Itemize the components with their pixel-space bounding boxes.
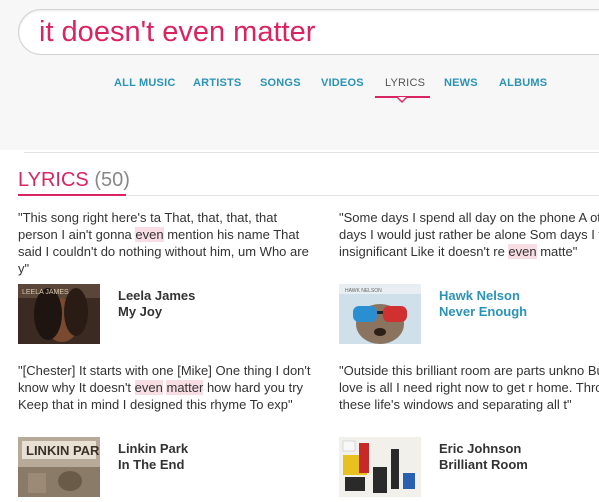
lyric-snippet[interactable]: "Some days I spend all day on the phone … [339, 209, 599, 260]
svg-text:LEELA JAMES: LEELA JAMES [22, 289, 69, 296]
section-heading: LYRICS (50) [18, 169, 130, 192]
lyric-snippet[interactable]: "Outside this brilliant room are parts u… [339, 362, 599, 413]
active-tab-caret-inner [398, 97, 406, 101]
lyric-result: "Some days I spend all day on the phone … [339, 209, 599, 344]
album-cover-eric-johnson[interactable] [339, 437, 421, 497]
tab-lyrics[interactable]: LYRICS [385, 77, 425, 89]
snippet-highlight: matter [166, 380, 204, 395]
svg-text:HAWK NELSON: HAWK NELSON [345, 288, 382, 294]
search-results-page: ALL MUSIC ARTISTS SONGS VIDEOS LYRICS NE… [0, 0, 599, 502]
section-count: (50) [94, 169, 130, 191]
section-heading-accent [18, 194, 126, 196]
song-link[interactable]: In The End [118, 457, 184, 472]
search-bar[interactable] [18, 9, 599, 55]
track-info: LEELA JAMES Leela James My Joy [18, 284, 318, 344]
lyric-result: "Outside this brilliant room are parts u… [339, 362, 599, 497]
song-link[interactable]: My Joy [118, 304, 162, 319]
snippet-text: "Outside this brilliant room are parts u… [339, 363, 599, 412]
search-input[interactable] [39, 15, 599, 49]
tab-albums[interactable]: ALBUMS [499, 77, 547, 89]
track-info: HAWK NELSON Hawk Nelson Never Enough [339, 284, 599, 344]
snippet-highlight: even [134, 380, 163, 395]
album-cover-leela-james[interactable]: LEELA JAMES [18, 284, 100, 344]
result-type-tabs: ALL MUSIC ARTISTS SONGS VIDEOS LYRICS NE… [0, 77, 599, 101]
tab-songs[interactable]: SONGS [260, 77, 301, 89]
artist-link[interactable]: Leela James [118, 288, 195, 303]
tab-all-music[interactable]: ALL MUSIC [114, 77, 175, 89]
header-divider [24, 152, 599, 153]
artist-link[interactable]: Eric Johnson [439, 441, 521, 456]
album-cover-hawk-nelson[interactable]: HAWK NELSON [339, 284, 421, 344]
lyric-snippet[interactable]: "This song right here's ta That, that, t… [18, 209, 318, 277]
artist-link[interactable]: Linkin Park [118, 441, 188, 456]
tab-videos[interactable]: VIDEOS [321, 77, 364, 89]
svg-text:LINKIN PARK: LINKIN PARK [26, 443, 100, 458]
section-title: LYRICS [18, 169, 89, 191]
track-info: Eric Johnson Brilliant Room [339, 437, 599, 497]
artist-link[interactable]: Hawk Nelson [439, 288, 520, 303]
lyric-result: "This song right here's ta That, that, t… [18, 209, 318, 344]
snippet-text: matte" [536, 244, 578, 259]
song-link[interactable]: Brilliant Room [439, 457, 528, 472]
lyric-result: "[Chester] It starts with one [Mike] One… [18, 362, 318, 497]
tab-artists[interactable]: ARTISTS [193, 77, 241, 89]
tab-news[interactable]: NEWS [444, 77, 478, 89]
snippet-highlight: even [508, 244, 537, 259]
snippet-highlight: even [135, 227, 164, 242]
track-info: LINKIN PARK Linkin Park In The End [18, 437, 318, 497]
lyric-snippet[interactable]: "[Chester] It starts with one [Mike] One… [18, 362, 318, 413]
song-link[interactable]: Never Enough [439, 304, 527, 319]
album-cover-linkin-park[interactable]: LINKIN PARK [18, 437, 100, 497]
